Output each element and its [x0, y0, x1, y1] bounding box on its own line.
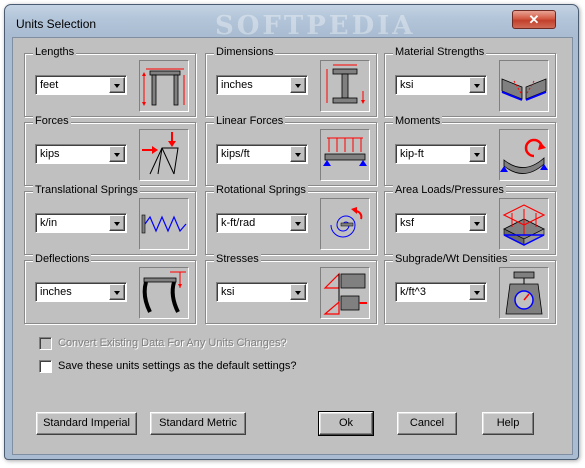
rotational-springs-select-value: k-ft/rad [221, 217, 256, 229]
forces-select[interactable]: kips [35, 144, 127, 164]
deflections-select-value: inches [40, 286, 72, 298]
rotational-spring-icon [320, 198, 370, 250]
group-label-dimensions: Dimensions [214, 46, 276, 58]
convert-data-checkbox[interactable] [39, 337, 52, 350]
group-label-deflections: Deflections [33, 253, 92, 265]
subgrade-select-value: k/ft^3 [400, 286, 426, 298]
group-area-loads: Area Loads/Pressures ksf [384, 184, 556, 255]
moments-select[interactable]: kip-ft [395, 144, 487, 164]
chevron-down-icon[interactable] [469, 146, 485, 162]
group-label-lengths: Lengths [33, 46, 77, 58]
group-label-translational-springs: Translational Springs [33, 184, 140, 196]
subgrade-select[interactable]: k/ft^3 [395, 282, 487, 302]
dimensions-select-value: inches [221, 79, 253, 91]
group-label-moments: Moments [393, 115, 443, 127]
chevron-down-icon[interactable] [469, 77, 485, 93]
group-label-linear-forces: Linear Forces [214, 115, 286, 127]
group-dimensions: Dimensions inches [205, 46, 377, 117]
moment-icon [499, 129, 549, 181]
portal-frame-icon [139, 60, 189, 112]
chevron-down-icon[interactable] [109, 77, 125, 93]
chevron-down-icon[interactable] [109, 215, 125, 231]
standard-metric-button[interactable]: Standard Metric [150, 412, 246, 435]
group-label-subgrade: Subgrade/Wt Densities [393, 253, 510, 265]
stresses-select-value: ksi [221, 286, 235, 298]
chevron-down-icon[interactable] [290, 77, 306, 93]
deflected-frame-icon [139, 267, 189, 319]
rotational-springs-select[interactable]: k-ft/rad [216, 213, 308, 233]
dialog-client-area: Lengths feet Dimensions inches Material … [12, 37, 573, 455]
material-strengths-select[interactable]: ksi [395, 75, 487, 95]
close-icon: ✕ [528, 12, 540, 27]
area-loads-select[interactable]: ksf [395, 213, 487, 233]
translational-springs-select[interactable]: k/in [35, 213, 127, 233]
chevron-down-icon[interactable] [290, 215, 306, 231]
standard-imperial-button[interactable]: Standard Imperial [36, 412, 137, 435]
spring-icon [139, 198, 189, 250]
stresses-select[interactable]: ksi [216, 282, 308, 302]
chevron-down-icon[interactable] [290, 146, 306, 162]
cancel-button[interactable]: Cancel [397, 412, 457, 435]
window-title: Units Selection [16, 17, 97, 31]
chevron-down-icon[interactable] [290, 284, 306, 300]
truss-force-icon [139, 129, 189, 181]
group-lengths: Lengths feet [24, 46, 196, 117]
area-load-icon [499, 198, 549, 250]
group-translational-springs: Translational Springs k/in [24, 184, 196, 255]
moments-select-value: kip-ft [400, 148, 424, 160]
chevron-down-icon[interactable] [469, 215, 485, 231]
chevron-down-icon[interactable] [469, 284, 485, 300]
group-moments: Moments kip-ft [384, 115, 556, 186]
dimensions-select[interactable]: inches [216, 75, 308, 95]
lengths-select-value: feet [40, 79, 59, 91]
close-button[interactable]: ✕ [512, 10, 556, 29]
lengths-select[interactable]: feet [35, 75, 127, 95]
ok-button[interactable]: Ok [318, 411, 374, 436]
material-strengths-select-value: ksi [400, 79, 414, 91]
convert-data-label: Convert Existing Data For Any Units Chan… [58, 337, 287, 349]
material-strength-icon [499, 60, 549, 112]
help-button[interactable]: Help [482, 412, 534, 435]
group-label-material-strengths: Material Strengths [393, 46, 487, 58]
chevron-down-icon[interactable] [109, 284, 125, 300]
group-label-area-loads: Area Loads/Pressures [393, 184, 506, 196]
area-loads-select-value: ksf [400, 217, 415, 229]
units-selection-dialog: SOFTPEDIA Units Selection ✕ Lengths feet [4, 4, 579, 460]
group-forces: Forces kips [24, 115, 196, 186]
group-stresses: Stresses ksi [205, 253, 377, 324]
stress-icon [320, 267, 370, 319]
save-default-label: Save these units settings as the default… [58, 360, 297, 372]
forces-select-value: kips [40, 148, 60, 160]
i-beam-section-icon [320, 60, 370, 112]
group-linear-forces: Linear Forces kips/ft [205, 115, 377, 186]
distributed-load-icon [320, 129, 370, 181]
translational-springs-select-value: k/in [40, 217, 58, 229]
group-deflections: Deflections inches [24, 253, 196, 324]
save-default-checkbox[interactable] [39, 360, 52, 373]
chevron-down-icon[interactable] [109, 146, 125, 162]
group-material-strengths: Material Strengths ksi [384, 46, 556, 117]
scale-icon [499, 267, 549, 319]
linear-forces-select[interactable]: kips/ft [216, 144, 308, 164]
deflections-select[interactable]: inches [35, 282, 127, 302]
group-label-stresses: Stresses [214, 253, 261, 265]
group-subgrade: Subgrade/Wt Densities k/ft^3 [384, 253, 556, 324]
group-label-forces: Forces [33, 115, 71, 127]
group-label-rotational-springs: Rotational Springs [214, 184, 308, 196]
group-rotational-springs: Rotational Springs k-ft/rad [205, 184, 377, 255]
linear-forces-select-value: kips/ft [221, 148, 250, 160]
